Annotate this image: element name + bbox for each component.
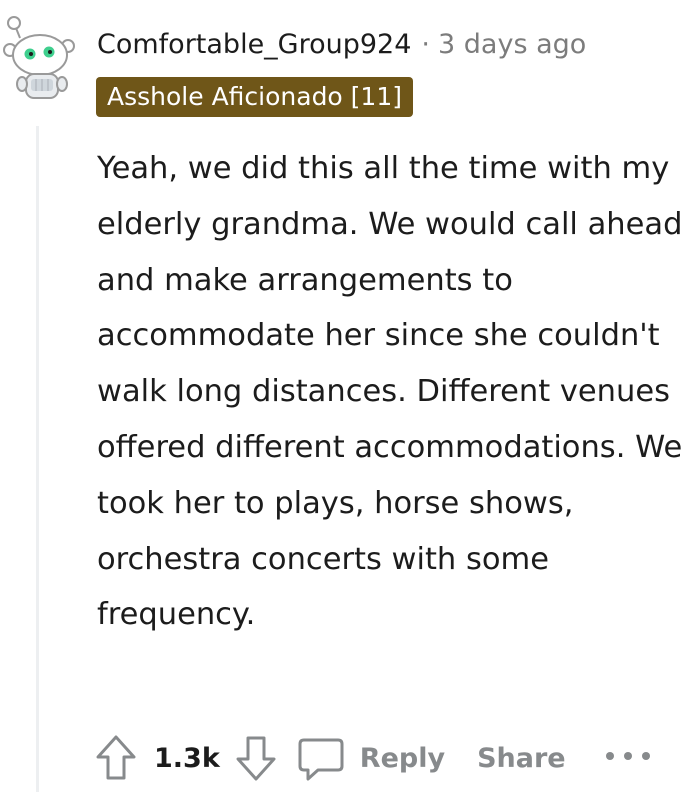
user-avatar[interactable] bbox=[2, 8, 82, 104]
arrow-down-icon bbox=[236, 736, 276, 781]
share-button[interactable]: Share bbox=[477, 743, 566, 774]
vote-score: 1.3k bbox=[154, 742, 220, 774]
author-username[interactable]: Comfortable_Group924 bbox=[97, 29, 411, 60]
comment: Comfortable_Group924 · 3 days ago Asshol… bbox=[0, 0, 700, 792]
reply-label: Reply bbox=[359, 742, 446, 774]
user-flair: Asshole Aficionado [11] bbox=[96, 77, 413, 117]
snoo-avatar-icon bbox=[3, 16, 75, 99]
more-options-button[interactable] bbox=[604, 748, 652, 768]
comment-body: Yeah, we did this all the time with my e… bbox=[97, 141, 692, 643]
comment-meta: Comfortable_Group924 · 3 days ago bbox=[97, 22, 586, 66]
comment-actions: 1.3k Reply Share bbox=[94, 728, 652, 788]
thread-line[interactable] bbox=[36, 126, 39, 792]
speech-bubble-icon bbox=[298, 738, 344, 781]
arrow-up-icon bbox=[96, 735, 136, 780]
ellipsis-icon bbox=[605, 752, 650, 760]
meta-separator: · bbox=[421, 28, 431, 60]
upvote-button[interactable] bbox=[94, 733, 138, 783]
comment-timestamp[interactable]: 3 days ago bbox=[438, 29, 586, 60]
comment-text: Yeah, we did this all the time with my e… bbox=[97, 151, 683, 633]
downvote-button[interactable] bbox=[234, 733, 278, 783]
reply-button[interactable]: Reply bbox=[296, 733, 445, 783]
